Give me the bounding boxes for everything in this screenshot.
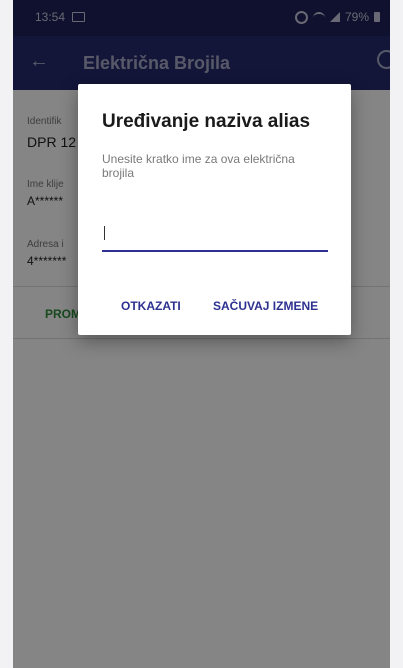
text-cursor: [104, 226, 105, 240]
dialog-message: Unesite kratko ime za ova električna bro…: [102, 152, 295, 180]
save-changes-button[interactable]: SAČUVAJ IZMENE: [213, 299, 318, 313]
dialog-title: Uređivanje naziva alias: [102, 111, 311, 132]
edit-alias-dialog: Uređivanje naziva alias Unesite kratko i…: [78, 84, 351, 335]
cancel-button[interactable]: OTKAZATI: [121, 299, 181, 313]
phone-screen: 13:54 79% ← Električna Brojila Identifik…: [13, 0, 390, 668]
alias-input[interactable]: [102, 216, 328, 252]
